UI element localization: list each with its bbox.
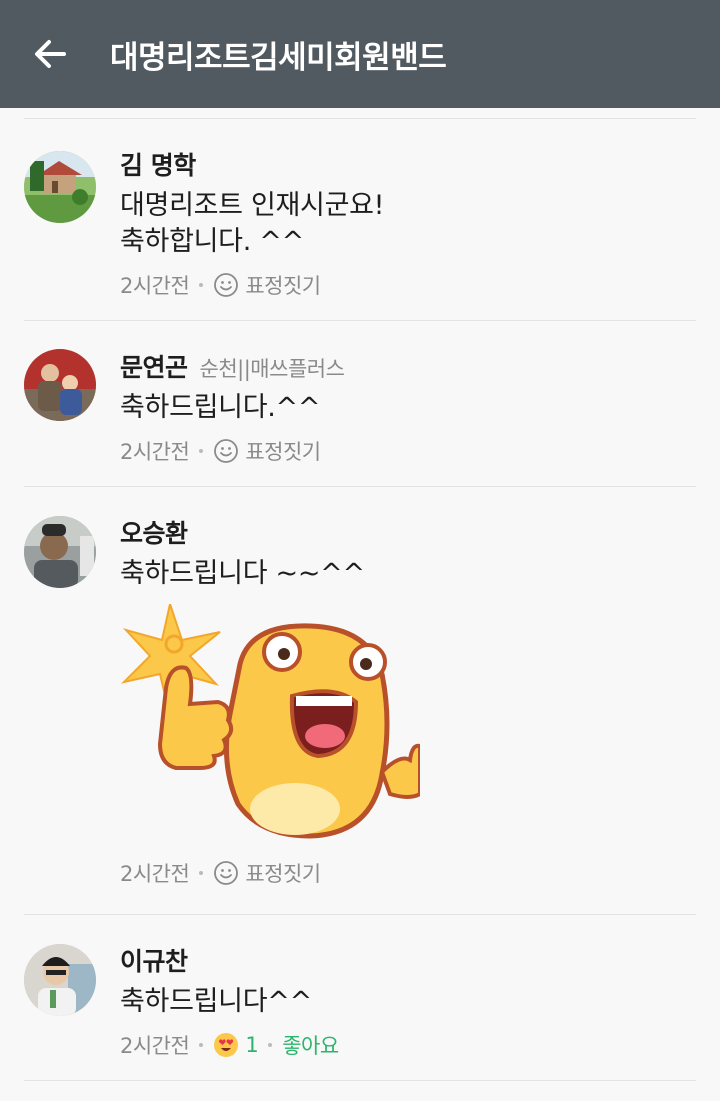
reaction-button[interactable]: 표정짓기 bbox=[213, 436, 321, 466]
comment-text-line: 대명리조트 인재시군요! bbox=[120, 190, 385, 221]
comment-text: 축하드립니다 ~~^^ bbox=[120, 556, 696, 592]
separator-dot bbox=[268, 1043, 273, 1047]
avatar[interactable] bbox=[24, 516, 96, 588]
page-title: 대명리조트김세미회원밴드 bbox=[110, 39, 447, 76]
separator-dot bbox=[199, 449, 204, 453]
author-row: 이규찬 bbox=[120, 942, 696, 978]
author-name[interactable]: 문연곤 bbox=[120, 348, 188, 384]
author-row: 문연곤 순천||매쓰플러스 bbox=[120, 348, 696, 384]
reaction-count: 1 bbox=[245, 1033, 259, 1057]
like-button[interactable]: 좋아요 bbox=[282, 1030, 339, 1060]
smiley-icon bbox=[214, 439, 239, 463]
comment-body: 김 명학 대명리조트 인재시군요! 축하합니다. ^^ 2시간전 표정짓기 bbox=[120, 146, 696, 300]
comment-text-line: 축하합니다. ^^ bbox=[120, 226, 304, 257]
reaction-button[interactable]: 표정짓기 bbox=[213, 858, 321, 888]
top-bar: 대명리조트김세미회원밴드 bbox=[0, 0, 720, 108]
smiley-icon bbox=[214, 861, 239, 885]
thumbs-up-character-sticker[interactable] bbox=[120, 600, 422, 844]
heart-eyes-emoji-icon bbox=[214, 1033, 239, 1057]
avatar[interactable] bbox=[24, 944, 96, 1016]
timestamp: 2시간전 bbox=[120, 1034, 190, 1058]
author-name[interactable]: 김 명학 bbox=[120, 146, 196, 182]
timestamp: 2시간전 bbox=[120, 440, 190, 464]
comment-text: 축하드립니다.^^ bbox=[120, 390, 696, 426]
reaction-summary[interactable]: 1 bbox=[213, 1032, 259, 1058]
comment-text: 대명리조트 인재시군요! 축하합니다. ^^ bbox=[120, 188, 696, 260]
comment-meta: 2시간전 표정짓기 bbox=[120, 270, 696, 300]
divider bbox=[24, 118, 696, 119]
timestamp: 2시간전 bbox=[120, 274, 190, 298]
divider bbox=[24, 320, 696, 321]
comment-text: 축하드립니다^^ bbox=[120, 984, 696, 1020]
author-row: 김 명학 bbox=[120, 146, 696, 182]
comment-meta: 2시간전 표정짓기 bbox=[120, 858, 696, 888]
comment-text-line: 축하드립니다 ~~^^ bbox=[120, 558, 365, 589]
smiley-icon bbox=[214, 273, 239, 297]
separator-dot bbox=[199, 871, 204, 875]
comment-list[interactable]: 김 명학 대명리조트 인재시군요! 축하합니다. ^^ 2시간전 표정짓기 문연… bbox=[0, 108, 720, 1101]
author-affiliation: 순천||매쓰플러스 bbox=[199, 357, 345, 381]
reaction-label: 표정짓기 bbox=[245, 440, 321, 464]
divider bbox=[24, 914, 696, 915]
comment-meta: 2시간전 1 좋아요 bbox=[120, 1030, 696, 1060]
avatar[interactable] bbox=[24, 151, 96, 223]
reaction-label: 표정짓기 bbox=[245, 274, 321, 298]
separator-dot bbox=[199, 1043, 204, 1047]
comment-meta: 2시간전 표정짓기 bbox=[120, 436, 696, 466]
comment-body: 오승환 축하드립니다 ~~^^ 2시간전 표정짓기 bbox=[120, 514, 696, 888]
timestamp: 2시간전 bbox=[120, 862, 190, 886]
arrow-left-icon bbox=[35, 40, 66, 68]
divider bbox=[24, 1080, 696, 1081]
avatar[interactable] bbox=[24, 349, 96, 421]
author-row: 오승환 bbox=[120, 514, 696, 550]
author-name[interactable]: 이규찬 bbox=[120, 942, 188, 978]
separator-dot bbox=[199, 283, 204, 287]
comment-text-line: 축하드립니다.^^ bbox=[120, 392, 321, 423]
author-name[interactable]: 오승환 bbox=[120, 514, 188, 550]
comment-text-line: 축하드립니다^^ bbox=[120, 986, 312, 1017]
reaction-button[interactable]: 표정짓기 bbox=[213, 270, 321, 300]
comment-body: 문연곤 순천||매쓰플러스 축하드립니다.^^ 2시간전 표정짓기 bbox=[120, 348, 696, 466]
reaction-label: 표정짓기 bbox=[245, 862, 321, 886]
back-button[interactable] bbox=[0, 0, 100, 108]
comment-body: 이규찬 축하드립니다^^ 2시간전 1 좋아요 bbox=[120, 942, 696, 1060]
divider bbox=[24, 486, 696, 487]
